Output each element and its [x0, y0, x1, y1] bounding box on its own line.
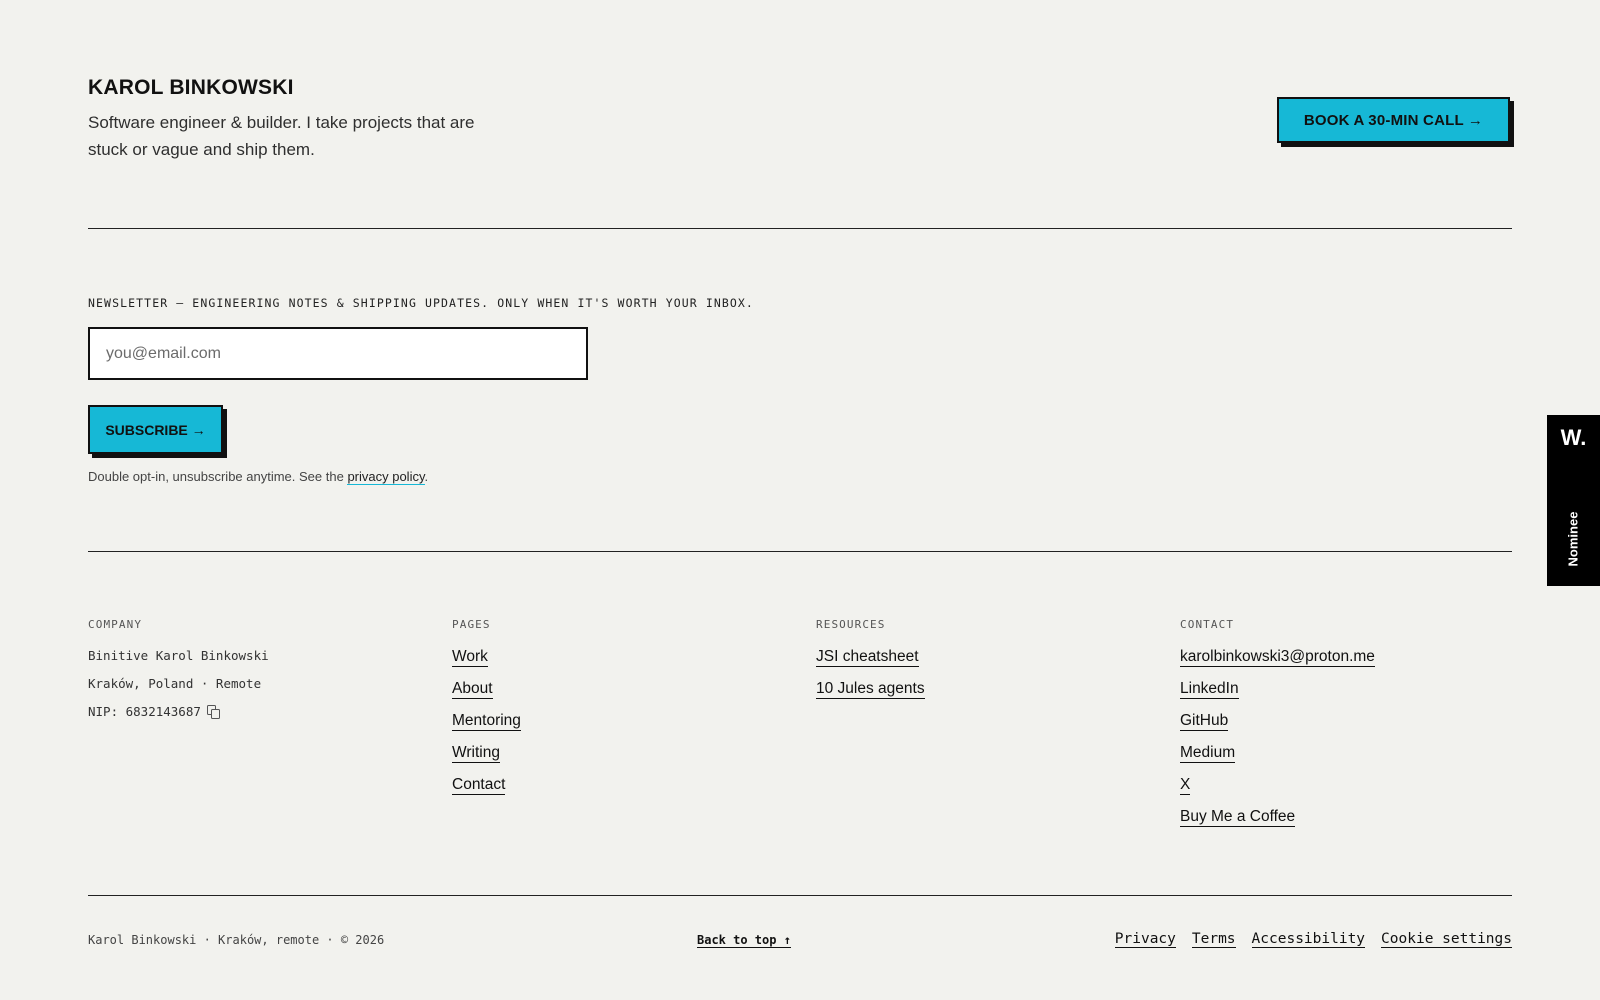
book-call-button[interactable]: BOOK A 30-MIN CALL →	[1277, 97, 1510, 143]
footer-page: KAROL BINKOWSKI Software engineer & buil…	[0, 0, 1600, 1000]
newsletter-label: NEWSLETTER — ENGINEERING NOTES & SHIPPIN…	[88, 296, 754, 310]
company-nip-text: NIP: 6832143687	[88, 703, 201, 719]
newsletter-email-input[interactable]	[88, 327, 588, 380]
company-nip: NIP: 6832143687	[88, 703, 269, 719]
awards-nominee-badge[interactable]: W. Nominee	[1547, 415, 1600, 586]
company-name: Binitive Karol Binkowski	[88, 647, 269, 663]
link-mentoring[interactable]: Mentoring	[452, 712, 521, 731]
link-about[interactable]: About	[452, 680, 493, 699]
newsletter-note-text: Double opt-in, unsubscribe anytime. See …	[88, 469, 348, 484]
list-item: Medium	[1180, 744, 1375, 776]
brand-tagline: Software engineer & builder. I take proj…	[88, 113, 475, 159]
pages-column: PAGES Work About Mentoring Writing Conta…	[452, 618, 521, 808]
brand-name: KAROL BINKOWSKI	[88, 76, 294, 99]
link-writing[interactable]: Writing	[452, 744, 500, 763]
list-item: 10 Jules agents	[816, 680, 925, 712]
resources-column: RESOURCES JSI cheatsheet 10 Jules agents	[816, 618, 925, 712]
list-item: LinkedIn	[1180, 680, 1375, 712]
copyright: Karol Binkowski · Kraków, remote · © 202…	[88, 933, 385, 947]
link-medium[interactable]: Medium	[1180, 744, 1236, 763]
resources-list: JSI cheatsheet 10 Jules agents	[816, 648, 925, 712]
newsletter-note-suffix: .	[424, 469, 429, 484]
link-buy-me-a-coffee[interactable]: Buy Me a Coffee	[1180, 808, 1296, 827]
contact-list: karolbinkowski3@proton.me LinkedIn GitHu…	[1180, 648, 1375, 840]
company-location-text: Kraków, Poland · Remote	[88, 675, 262, 691]
link-jsi-cheatsheet[interactable]: JSI cheatsheet	[816, 648, 919, 667]
list-item: Work	[452, 648, 521, 680]
privacy-policy-link[interactable]: privacy policy	[347, 469, 425, 485]
divider	[88, 895, 1512, 896]
link-cookie-settings[interactable]: Cookie settings	[1381, 931, 1512, 948]
link-x[interactable]: X	[1180, 776, 1191, 795]
divider	[88, 228, 1512, 229]
resources-heading: RESOURCES	[816, 618, 886, 631]
contact-column: CONTACT karolbinkowski3@proton.me Linked…	[1180, 618, 1375, 840]
newsletter-note: Double opt-in, unsubscribe anytime. See …	[88, 469, 429, 485]
link-terms[interactable]: Terms	[1191, 931, 1236, 948]
company-column: COMPANY Binitive Karol Binkowski Kraków,…	[88, 618, 269, 732]
list-item: Buy Me a Coffee	[1180, 808, 1375, 840]
link-privacy[interactable]: Privacy	[1114, 931, 1176, 948]
list-item: JSI cheatsheet	[816, 648, 925, 680]
divider	[88, 551, 1512, 552]
list-item: Contact	[452, 776, 521, 808]
link-contact[interactable]: Contact	[452, 776, 506, 795]
link-accessibility[interactable]: Accessibility	[1251, 931, 1366, 948]
link-email[interactable]: karolbinkowski3@proton.me	[1180, 648, 1375, 667]
pages-heading: PAGES	[452, 618, 491, 631]
awards-logo: W.	[1560, 425, 1587, 450]
company-location: Kraków, Poland · Remote	[88, 675, 269, 691]
link-linkedin[interactable]: LinkedIn	[1180, 680, 1239, 699]
list-item: karolbinkowski3@proton.me	[1180, 648, 1375, 680]
link-github[interactable]: GitHub	[1180, 712, 1229, 731]
list-item: GitHub	[1180, 712, 1375, 744]
link-jules-agents[interactable]: 10 Jules agents	[816, 680, 925, 699]
pages-list: Work About Mentoring Writing Contact	[452, 648, 521, 808]
subscribe-button[interactable]: SUBSCRIBE →	[88, 405, 223, 454]
legal-links: Privacy Terms Accessibility Cookie setti…	[1114, 931, 1512, 948]
list-item: Writing	[452, 744, 521, 776]
list-item: Mentoring	[452, 712, 521, 744]
list-item: About	[452, 680, 521, 712]
link-work[interactable]: Work	[452, 648, 488, 667]
copy-icon[interactable]	[206, 704, 220, 719]
list-item: X	[1180, 776, 1375, 808]
back-to-top-link[interactable]: Back to top ↑	[697, 933, 791, 948]
contact-heading: CONTACT	[1180, 618, 1235, 631]
company-heading: COMPANY	[88, 618, 143, 631]
company-name-text: Binitive Karol Binkowski	[88, 647, 269, 663]
badge-label: Nominee	[1565, 511, 1581, 567]
